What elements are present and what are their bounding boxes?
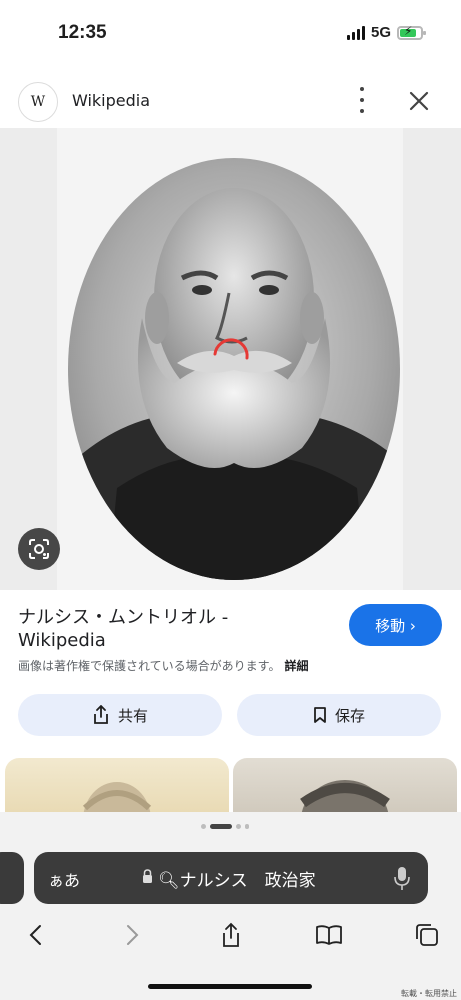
book-icon [316, 925, 342, 945]
status-time: 12:35 [58, 22, 107, 43]
more-options-icon[interactable] [352, 87, 372, 113]
search-query-text: ナルシス 政治家 [179, 871, 316, 891]
related-image-thumb[interactable] [5, 758, 229, 812]
details-link[interactable]: 詳細 [284, 659, 308, 673]
page-settings-button[interactable]: ぁあ [48, 867, 80, 891]
status-indicators: 5G ⚡ [346, 24, 426, 41]
wikipedia-logo: W [18, 82, 58, 122]
share-icon [94, 705, 108, 724]
search-query: 🔍︎ナルシス 政治家 [158, 866, 316, 891]
save-button[interactable]: 保存 [237, 694, 441, 736]
chevron-right-icon [127, 925, 139, 945]
battery-charging-icon: ⚡ [397, 24, 426, 40]
share-icon [223, 922, 239, 947]
bookmarks-button[interactable] [314, 920, 344, 950]
share-label: 共有 [117, 706, 148, 725]
portrait-photo[interactable] [57, 128, 403, 590]
visit-button[interactable]: 移動 › [349, 604, 442, 646]
status-bar: 12:35 5G ⚡ [0, 0, 461, 70]
watermark: 転載・転用禁止 [401, 989, 457, 998]
image-preview-area [0, 128, 461, 590]
related-images [0, 756, 461, 812]
forward-button[interactable] [118, 920, 148, 950]
page-indicator [201, 824, 249, 829]
signal-icon [346, 25, 365, 40]
copyright-notice-text: 画像は著作権で保護されている場合があります。 [18, 659, 281, 673]
back-button[interactable] [20, 920, 50, 950]
home-indicator[interactable] [148, 984, 312, 989]
browser-bottom-bar [0, 812, 461, 1000]
viewer-header: W Wikipedia [0, 72, 461, 128]
save-label: 保存 [334, 706, 365, 725]
share-page-button[interactable] [216, 920, 246, 950]
close-icon[interactable] [404, 86, 434, 116]
copyright-notice: 画像は著作権で保護されている場合があります。 詳細 [18, 657, 308, 674]
site-name[interactable]: Wikipedia [72, 91, 150, 110]
search-icon: 🔍︎ [158, 871, 180, 891]
lens-search-icon[interactable] [18, 528, 60, 570]
tabs-icon [416, 924, 438, 946]
related-image-thumb[interactable] [233, 758, 457, 812]
chevron-left-icon [29, 925, 41, 945]
lock-icon [143, 869, 152, 883]
share-button[interactable]: 共有 [18, 694, 222, 736]
tabs-button[interactable] [412, 920, 442, 950]
result-title[interactable]: ナルシス・ムントリオル - Wikipedia [18, 606, 318, 652]
address-bar[interactable]: ぁあ 🔍︎ナルシス 政治家 [34, 852, 428, 904]
browser-toolbar [0, 920, 461, 950]
previous-tab-preview[interactable] [0, 852, 24, 904]
microphone-icon[interactable] [394, 865, 410, 891]
network-type: 5G [370, 24, 391, 41]
bookmark-icon [314, 707, 326, 723]
